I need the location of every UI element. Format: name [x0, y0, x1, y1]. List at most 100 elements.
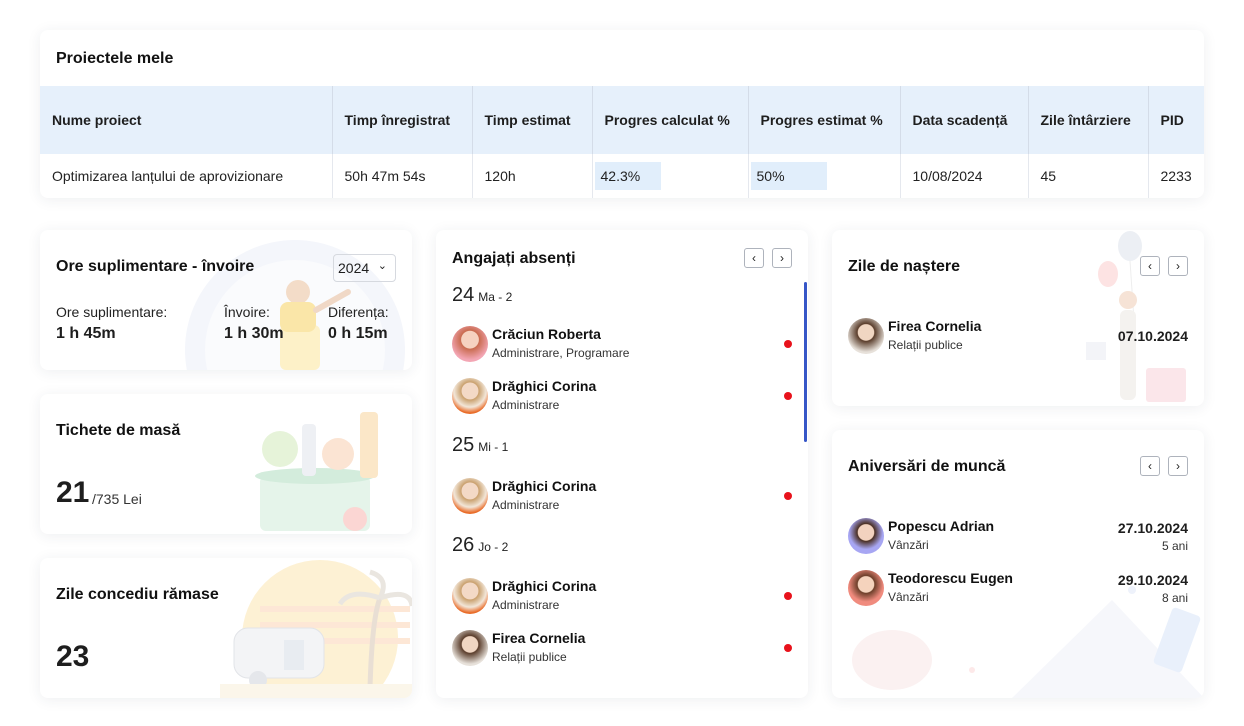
- anniversary-date: 27.10.2024: [1117, 520, 1188, 536]
- absent-employees-card: Angajați absenți ‹ › 24 Ma - 2 Crăciun Ro…: [436, 230, 808, 698]
- avatar: [452, 378, 488, 414]
- difference-label: Diferența:: [328, 304, 389, 320]
- employee-name: Popescu Adrian: [888, 518, 995, 534]
- employee-name: Drăghici Corina: [492, 478, 597, 494]
- day-summary: Mi - 1: [478, 440, 509, 454]
- meal-tickets-title: Tichete de masă: [56, 422, 181, 439]
- col-delay-days[interactable]: Zile întârziere: [1028, 86, 1149, 154]
- difference-stat: Diferența: 0 h 15m: [328, 304, 389, 343]
- employee-role: Administrare: [492, 498, 560, 512]
- employee-name: Drăghici Corina: [492, 578, 597, 594]
- overtime-card: Ore suplimentare - învoire 2024 ⌄ Ore su…: [40, 230, 412, 370]
- list-item[interactable]: Drăghici Corina Administrare: [452, 576, 792, 616]
- col-est-progress[interactable]: Progres estimat %: [748, 86, 901, 154]
- anniversary-years: 8 ani: [1161, 591, 1188, 605]
- list-item[interactable]: Firea Cornelia Relații publice: [452, 628, 792, 668]
- avatar: [452, 578, 488, 614]
- projects-title: Proiectele mele: [56, 50, 174, 67]
- col-pid[interactable]: PID: [1148, 86, 1204, 154]
- calc-progress-bar: 42.3%: [594, 162, 661, 190]
- projects-header-row: Nume proiect Timp înregistrat Timp estim…: [40, 86, 1204, 154]
- birthdays-title: Zile de naștere: [848, 258, 961, 275]
- avatar: [452, 478, 488, 514]
- projects-table: Nume proiect Timp înregistrat Timp estim…: [40, 86, 1204, 198]
- col-recorded-time[interactable]: Timp înregistrat: [332, 86, 473, 154]
- avatar: [848, 570, 884, 606]
- overtime-title: Ore suplimentare - învoire: [56, 258, 255, 275]
- list-item[interactable]: Drăghici Corina Administrare: [452, 476, 792, 516]
- employee-role: Vânzări: [888, 590, 929, 604]
- delay-days: 45: [1028, 154, 1149, 198]
- absence-dot: [784, 644, 792, 652]
- meal-tickets-card: Tichete de masă 21 /735 Lei: [40, 394, 412, 534]
- scrollbar[interactable]: [804, 282, 807, 442]
- next-button[interactable]: ›: [772, 248, 792, 268]
- chevron-right-icon: ›: [1176, 459, 1180, 473]
- employee-name: Firea Cornelia: [888, 318, 982, 334]
- day-number: 26: [452, 534, 475, 556]
- col-due-date[interactable]: Data scadență: [900, 86, 1029, 154]
- projects-card: Proiectele mele Nume proiect Timp înregi…: [40, 30, 1204, 198]
- leave-label: Învoire:: [224, 304, 270, 320]
- employee-name: Teodorescu Eugen: [888, 570, 1013, 586]
- meal-tickets-value: /735 Lei: [92, 491, 142, 507]
- estimated-time: 120h: [472, 154, 593, 198]
- est-progress-cell: 50%: [748, 154, 901, 198]
- chevron-left-icon: ‹: [1148, 459, 1152, 473]
- avatar: [848, 318, 884, 354]
- birthdays-card: Zile de naștere ‹ › Firea Cornelia Relaț…: [832, 230, 1204, 406]
- day-summary: Jo - 2: [478, 540, 509, 554]
- employee-role: Administrare: [492, 398, 560, 412]
- next-button[interactable]: ›: [1168, 456, 1188, 476]
- avatar: [848, 518, 884, 554]
- avatar: [452, 326, 488, 362]
- est-progress-bar: 50%: [750, 162, 827, 190]
- employee-role: Relații publice: [888, 338, 963, 352]
- due-date: 10/08/2024: [900, 154, 1029, 198]
- employee-role: Administrare: [492, 598, 560, 612]
- table-row[interactable]: Optimizarea lanțului de aprovizionare 50…: [40, 154, 1204, 198]
- beach-caravan-illustration: [220, 560, 412, 698]
- prev-button[interactable]: ‹: [1140, 456, 1160, 476]
- employee-name: Firea Cornelia: [492, 630, 586, 646]
- chevron-left-icon: ‹: [1148, 259, 1152, 273]
- col-project-name[interactable]: Nume proiect: [40, 86, 333, 154]
- avatar: [452, 630, 488, 666]
- day-number: 25: [452, 434, 475, 456]
- absence-dot: [784, 592, 792, 600]
- prev-button[interactable]: ‹: [1140, 256, 1160, 276]
- absence-dot: [784, 340, 792, 348]
- next-button[interactable]: ›: [1168, 256, 1188, 276]
- prev-button[interactable]: ‹: [744, 248, 764, 268]
- year-select[interactable]: 2024 ⌄: [333, 254, 396, 282]
- pid: 2233: [1160, 168, 1192, 184]
- chevron-right-icon: ›: [1176, 259, 1180, 273]
- project-name[interactable]: Optimizarea lanțului de aprovizionare: [40, 154, 333, 198]
- work-anniversaries-title: Aniversări de muncă: [848, 458, 1006, 475]
- difference-value: 0 h 15m: [328, 325, 388, 342]
- leave-value: 1 h 30m: [224, 325, 284, 342]
- chevron-down-icon: ⌄: [377, 260, 387, 272]
- overtime-value: 1 h 45m: [56, 325, 116, 342]
- list-item[interactable]: Crăciun Roberta Administrare, Programare: [452, 324, 792, 364]
- anniversary-date: 29.10.2024: [1117, 572, 1188, 588]
- absence-dot: [784, 492, 792, 500]
- list-item[interactable]: Drăghici Corina Administrare: [452, 376, 792, 416]
- employee-name: Drăghici Corina: [492, 378, 597, 394]
- employee-role: Relații publice: [492, 650, 567, 664]
- calc-progress-cell: 42.3%: [592, 154, 749, 198]
- birthday-date: 07.10.2024: [1117, 328, 1188, 344]
- party-illustration: [852, 586, 1204, 698]
- recorded-time: 50h 47m 54s: [332, 154, 473, 198]
- vacation-days-card: Zile concediu rămase 23: [40, 558, 412, 698]
- day-group-label: 25 Mi - 1: [452, 434, 508, 457]
- col-calc-progress[interactable]: Progres calculat %: [592, 86, 749, 154]
- absent-employees-title: Angajați absenți: [452, 250, 576, 267]
- vacation-days-title: Zile concediu rămase: [56, 586, 219, 603]
- day-group-label: 24 Ma - 2: [452, 284, 512, 307]
- day-group-label: 26 Jo - 2: [452, 534, 508, 557]
- meal-tickets-count: 21: [56, 476, 90, 509]
- anniversary-years: 5 ani: [1161, 539, 1188, 553]
- col-estimated-time[interactable]: Timp estimat: [472, 86, 593, 154]
- absence-dot: [784, 392, 792, 400]
